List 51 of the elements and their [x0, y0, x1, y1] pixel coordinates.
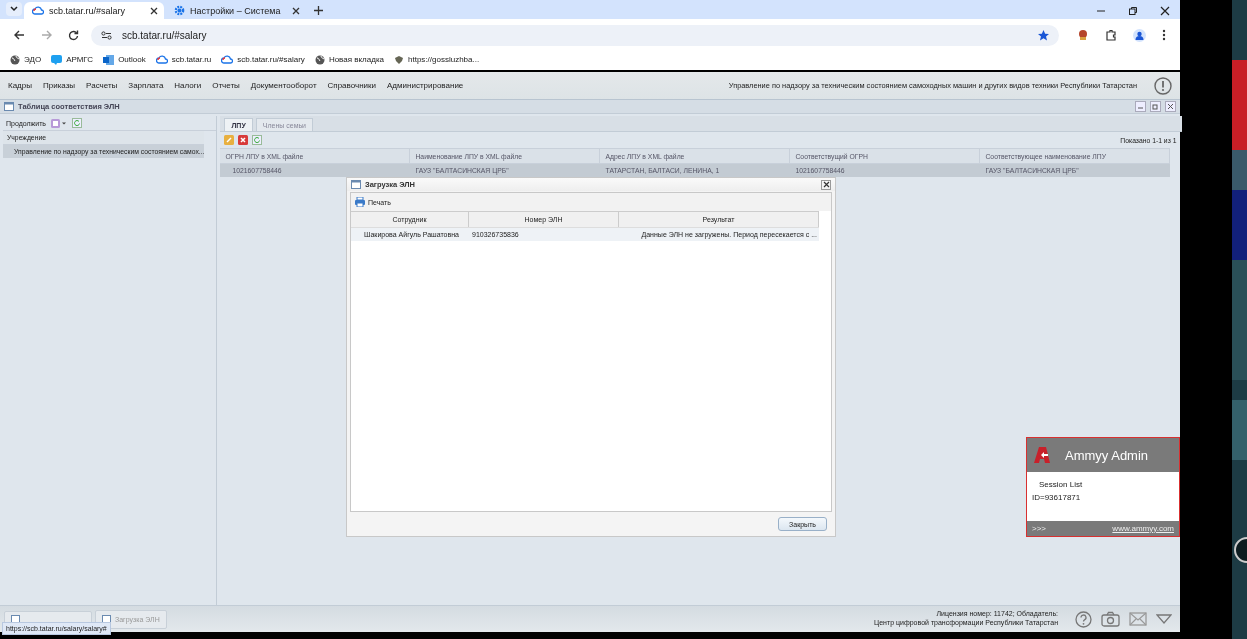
close-icon[interactable]: [1165, 101, 1176, 112]
cloud-icon: [155, 55, 168, 64]
printer-icon: [355, 197, 365, 207]
help-icon[interactable]: [1075, 610, 1092, 628]
website-link[interactable]: www.ammyy.com: [1112, 524, 1174, 533]
menu-item[interactable]: Кадры: [8, 81, 32, 90]
info-icon[interactable]: [1154, 76, 1172, 95]
widget-title: Ammyy Admin: [1065, 447, 1149, 463]
window-icon: [4, 102, 14, 111]
menu-item[interactable]: Справочники: [327, 81, 376, 90]
star-icon[interactable]: [1038, 29, 1049, 41]
menu-item[interactable]: Приказы: [43, 81, 76, 90]
menu-item[interactable]: Документооборот: [250, 81, 317, 90]
close-icon[interactable]: [292, 6, 300, 15]
bookmark[interactable]: scb.tatar.ru/#salary: [221, 55, 305, 64]
address-bar[interactable]: scb.tatar.ru/#salary: [91, 24, 1059, 46]
session-list-link[interactable]: Session List: [1039, 480, 1083, 489]
bookmark[interactable]: Outlook: [103, 54, 146, 65]
site-settings-icon: [101, 30, 112, 40]
menu-item[interactable]: Администрирование: [387, 81, 464, 90]
caret-icon: [10, 6, 18, 12]
dropdown-button[interactable]: [51, 118, 68, 128]
tab-search-button[interactable]: [6, 2, 22, 16]
camera-icon[interactable]: [1101, 611, 1120, 627]
mail-app-icon: [103, 54, 115, 65]
bookmark[interactable]: Новая вкладка: [314, 54, 384, 65]
menu-item[interactable]: Зарплата: [128, 81, 164, 90]
globe-icon: [10, 54, 20, 65]
expand-link[interactable]: >>>: [1032, 524, 1046, 533]
window-icon: [351, 180, 361, 189]
bookmark[interactable]: ЭДО: [10, 54, 42, 65]
cloud-icon: [32, 6, 44, 15]
cloud-icon: [221, 55, 234, 64]
plus-icon: [314, 6, 323, 15]
bookmark[interactable]: scb.tatar.ru: [155, 55, 212, 64]
browser-tab[interactable]: Настройки – Система: [166, 2, 306, 19]
globe-icon: [314, 54, 325, 65]
bookmark[interactable]: https://gossluzhba...: [394, 54, 480, 65]
browser-tab[interactable]: scb.tatar.ru/#salary: [24, 2, 164, 19]
session-id: ID=93617871: [1032, 493, 1081, 502]
menu-item[interactable]: Налоги: [174, 81, 202, 90]
close-icon[interactable]: [821, 179, 831, 190]
menu-item[interactable]: Расчеты: [86, 81, 118, 90]
close-icon[interactable]: [150, 6, 158, 15]
app-logo-icon: [1032, 445, 1052, 465]
bookmark[interactable]: АРМГС: [51, 54, 94, 65]
delete-icon[interactable]: [238, 135, 249, 145]
dropdown-icon[interactable]: [1156, 614, 1172, 624]
menu-item[interactable]: Отчеты: [212, 81, 240, 90]
chat-icon: [51, 54, 63, 65]
gear-icon: [174, 5, 185, 16]
